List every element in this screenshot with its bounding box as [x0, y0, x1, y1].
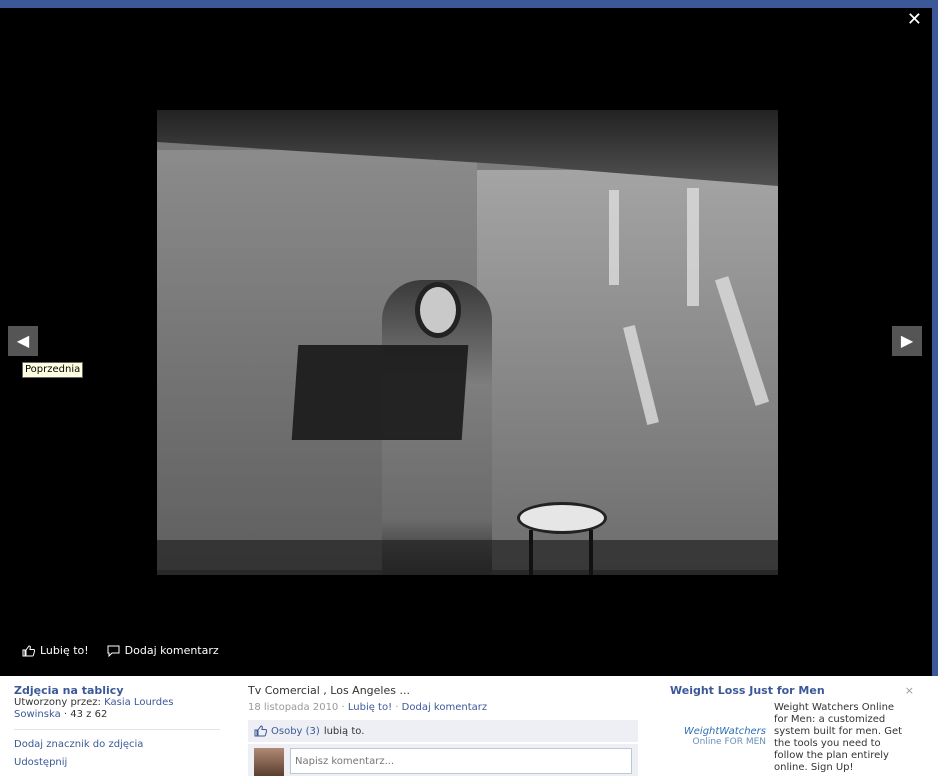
comment-icon [107, 645, 120, 657]
top-frame-bar [0, 0, 938, 8]
right-frame-strip [932, 8, 938, 676]
likes-count-link[interactable]: Osoby (3) [271, 726, 320, 737]
photo-panel [687, 188, 699, 306]
photo-info-panel: Zdjęcia na tablicy Utworzony przez: Kasi… [0, 676, 938, 780]
avatar [254, 748, 284, 776]
photo-floor [157, 540, 778, 575]
like-label: Lubię to! [40, 644, 89, 657]
comment-composer [248, 744, 638, 776]
ad-body[interactable]: WeightWatchers Online FOR MEN Weight Wat… [670, 702, 914, 774]
photo-stool-leg [589, 530, 593, 575]
photo-date: 18 listopada 2010 [248, 702, 339, 713]
thumbs-up-icon [22, 644, 35, 656]
photo-date-row: 18 listopada 2010 · Lubię to! · Dodaj ko… [248, 700, 638, 716]
separator: · [63, 709, 68, 720]
comment-link[interactable]: Dodaj komentarz [402, 702, 487, 713]
ad-title[interactable]: Weight Loss Just for Men [670, 684, 914, 698]
previous-photo-button[interactable]: ◀ [8, 326, 38, 356]
comment-input[interactable] [290, 748, 632, 774]
ad-logo-brand: WeightWatchers [683, 726, 766, 737]
add-comment-label: Dodaj komentarz [124, 644, 219, 657]
photo-actions: Lubię to! Dodaj komentarz [22, 644, 219, 657]
divider [14, 729, 220, 730]
album-meta: Utworzony przez: Kasia Lourdes Sowinska … [14, 697, 220, 721]
photo[interactable] [157, 110, 778, 575]
photo-person-head [415, 282, 461, 338]
previous-tooltip: Poprzednia [22, 362, 84, 378]
photo-music-stand [291, 345, 469, 440]
album-title[interactable]: Zdjęcia na tablicy [14, 684, 220, 697]
photo-stool-leg [529, 530, 533, 575]
photo-panel [609, 190, 619, 285]
like-button[interactable]: Lubię to! [22, 644, 89, 657]
ad-logo[interactable]: WeightWatchers Online FOR MEN [670, 702, 766, 774]
tag-photo-link[interactable]: Dodaj znacznik do zdjęcia [14, 736, 220, 754]
add-comment-button[interactable]: Dodaj komentarz [107, 644, 219, 657]
separator: · [395, 702, 399, 713]
separator: · [341, 702, 345, 713]
photo-viewer: ✕ ◀ ▶ Poprzednia Lubię to! Dodaj komenta… [0, 8, 932, 676]
sponsored-ad: Weight Loss Just for Men × WeightWatcher… [670, 684, 914, 774]
likes-suffix: lubią to. [323, 725, 365, 737]
likes-summary: Osoby (3) lubią to. [248, 720, 638, 742]
ad-logo-sub: Online FOR MEN [692, 737, 766, 747]
photo-details: Tv Comercial , Los Angeles ... 18 listop… [248, 684, 638, 776]
like-link[interactable]: Lubię to! [348, 702, 392, 713]
share-link[interactable]: Udostępnij [14, 754, 220, 772]
close-icon[interactable]: ✕ [907, 10, 922, 30]
ad-text: Weight Watchers Online for Men: a custom… [774, 702, 903, 773]
thumbs-up-icon [254, 725, 267, 737]
photo-position: 43 z 62 [70, 709, 108, 720]
photo-caption: Tv Comercial , Los Angeles ... [248, 684, 410, 697]
created-by-label: Utworzony przez: [14, 697, 101, 708]
ad-close-icon[interactable]: × [905, 684, 914, 697]
next-photo-button[interactable]: ▶ [892, 326, 922, 356]
album-info: Zdjęcia na tablicy Utworzony przez: Kasi… [14, 684, 220, 772]
